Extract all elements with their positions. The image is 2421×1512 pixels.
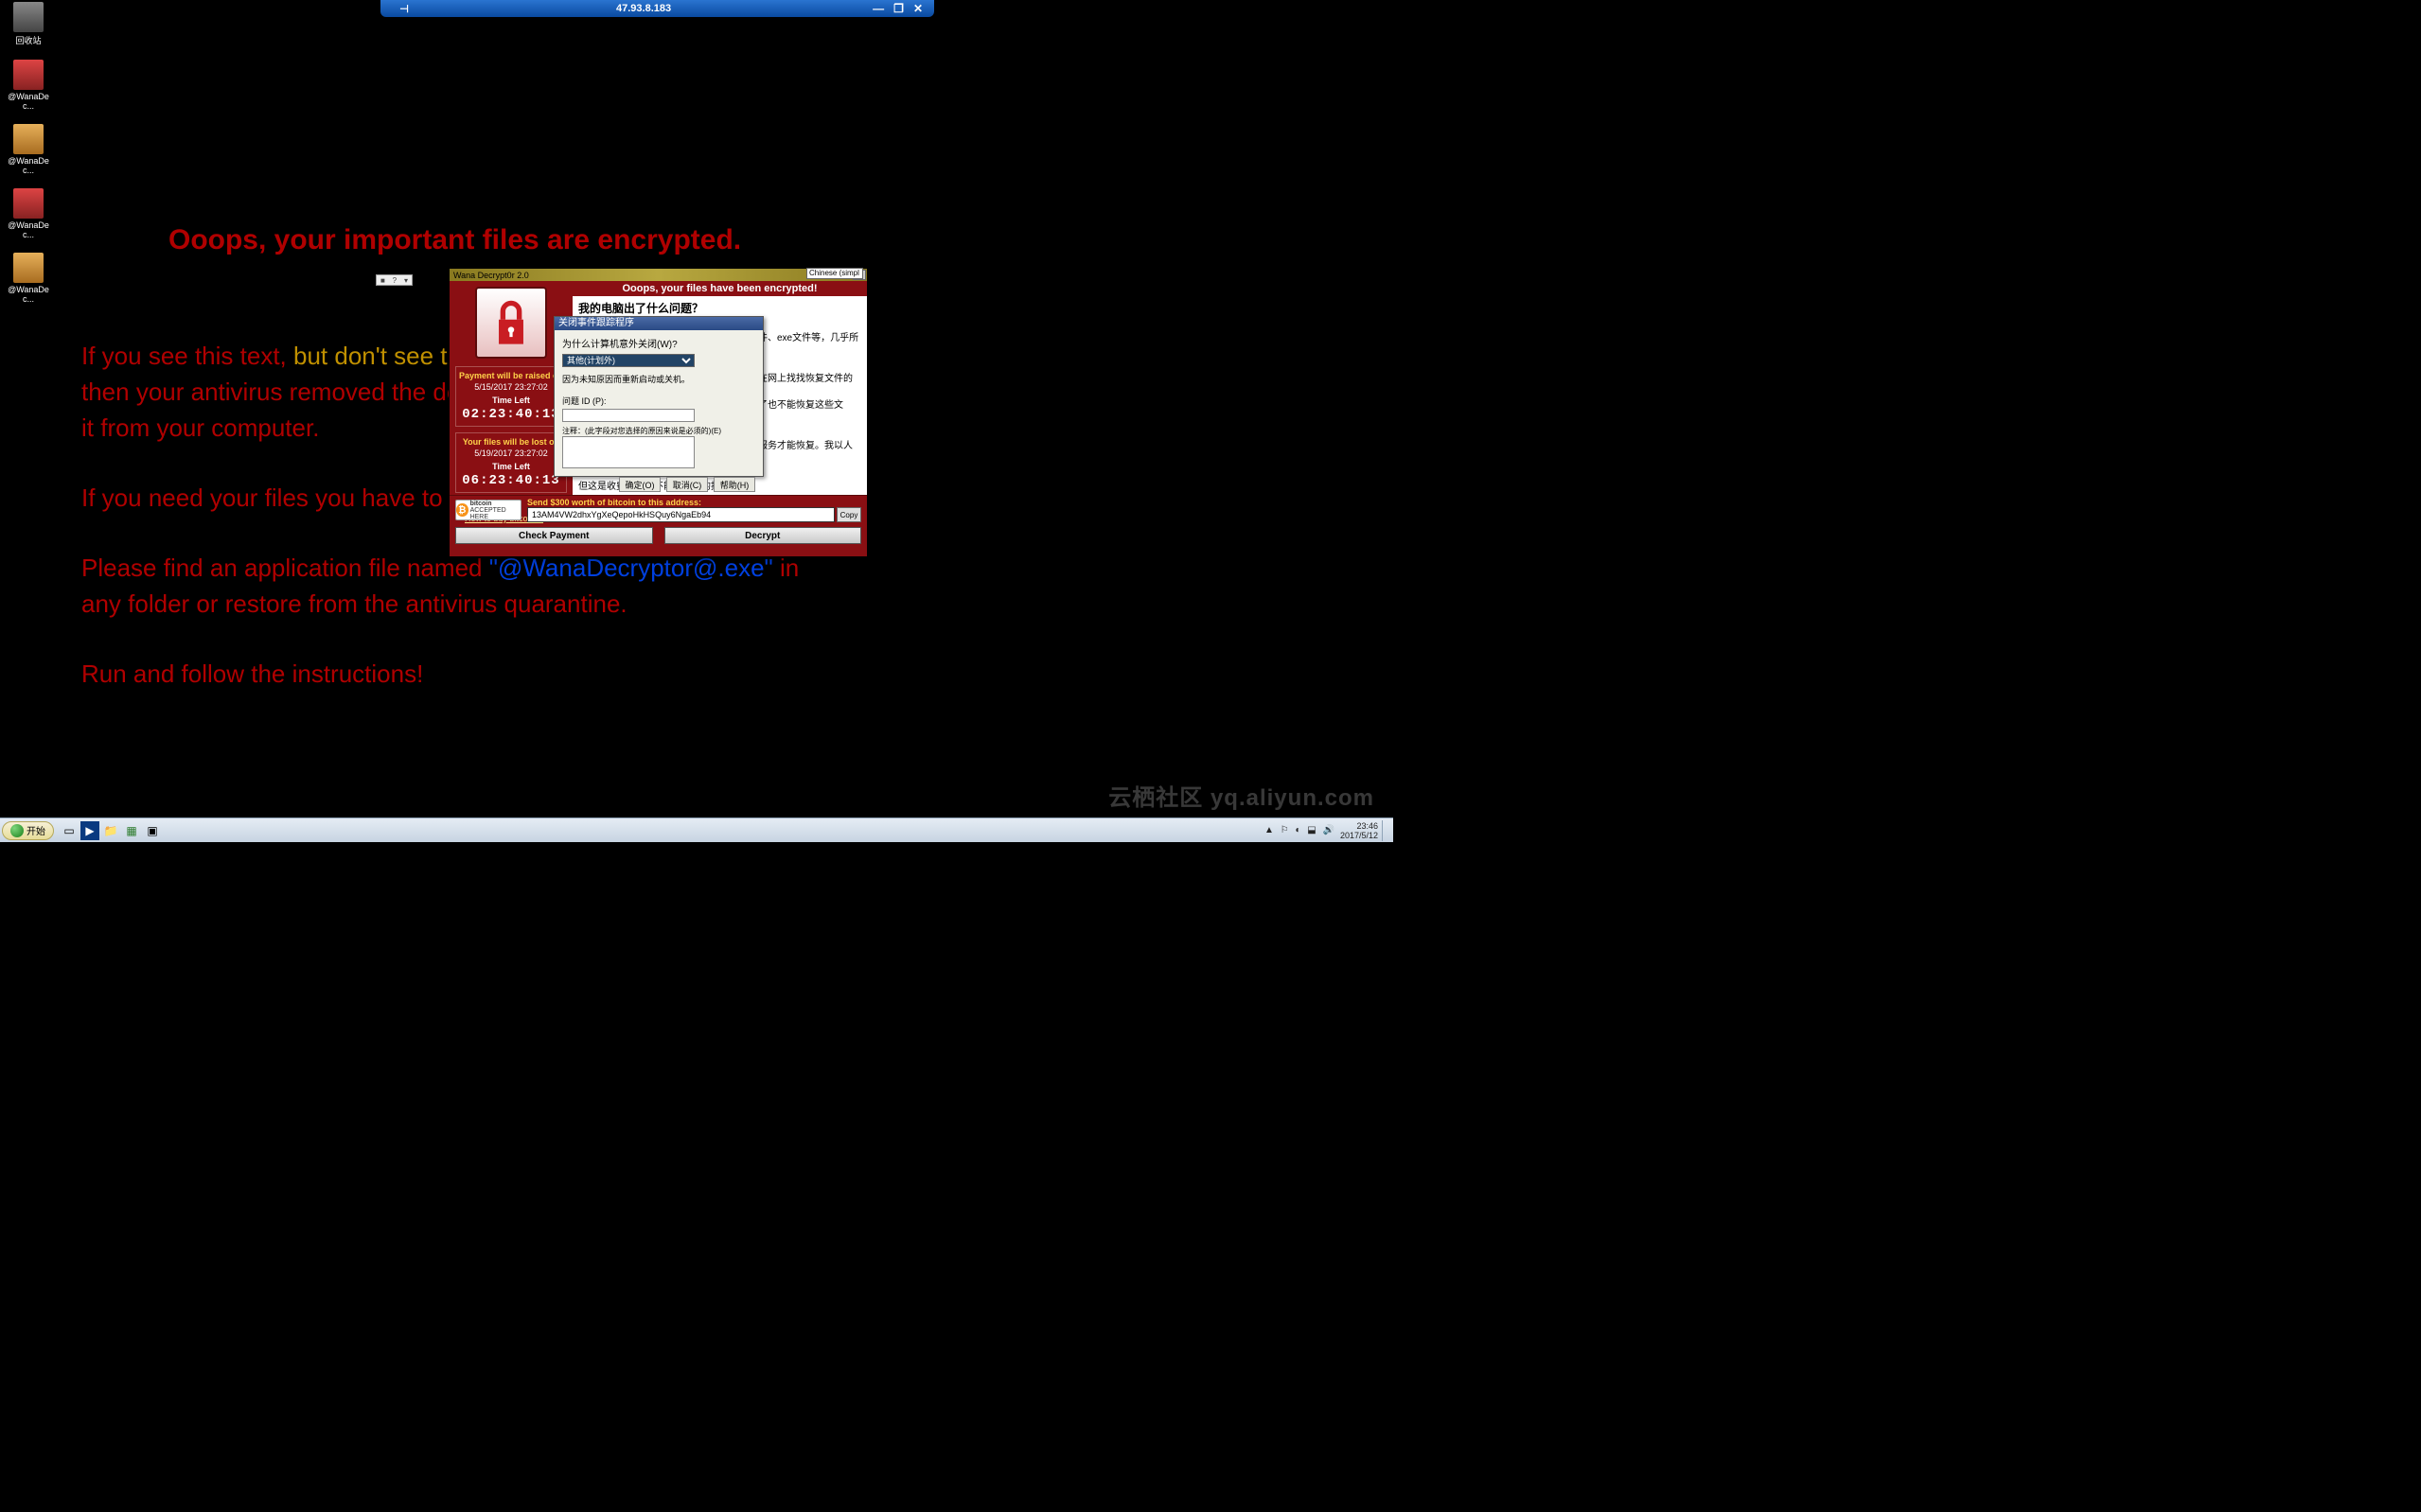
server-manager-icon[interactable]: ▦ <box>122 821 141 840</box>
desktop-icons: 回收站 @WanaDec... @WanaDec... @WanaDec... … <box>6 2 62 317</box>
lock-icon <box>475 287 547 359</box>
problem-id-input[interactable] <box>562 409 695 422</box>
wallpaper-line: Run and follow the instructions! <box>81 659 423 688</box>
pin-icon[interactable]: ⊣ <box>394 2 415 15</box>
problem-id-label: 问题 ID (P): <box>562 395 755 407</box>
comment-textarea[interactable] <box>562 436 695 468</box>
show-desktop-button[interactable] <box>1382 820 1389 841</box>
wallpaper-highlight: "@WanaDecryptor@.exe" <box>489 554 773 582</box>
remote-ip: 47.93.8.183 <box>415 3 873 14</box>
window-titlebar[interactable]: Wana Decrypt0r 2.0 × <box>450 269 867 281</box>
wallpaper-line: it from your computer. <box>81 413 319 442</box>
wallpaper-title: Ooops, your important files are encrypte… <box>81 223 1316 257</box>
dialog-question: 为什么计算机意外关闭(W)? <box>562 336 755 350</box>
reason-description: 因为未知原因而重新启动或关机。 <box>562 373 755 385</box>
bitcoin-address-input[interactable] <box>527 507 835 522</box>
close-icon[interactable]: ✕ <box>913 2 923 15</box>
explorer-icon[interactable]: 📁 <box>101 821 120 840</box>
cancel-button[interactable]: 取消(C) <box>666 477 708 492</box>
wallpaper-line: Please find an application file named <box>81 554 489 582</box>
quick-launch: ▭ ▶ 📁 ▦ ▣ <box>60 821 162 840</box>
send-btc-label: Send $300 worth of bitcoin to this addre… <box>527 498 861 507</box>
restore-icon[interactable]: ❐ <box>893 2 904 15</box>
minimize-icon[interactable]: — <box>873 2 884 15</box>
watermark: 云栖社区 yq.aliyun.com <box>1108 779 1374 812</box>
wana-shortcut-icon[interactable]: @WanaDec... <box>6 188 51 239</box>
show-desktop-icon[interactable]: ▭ <box>60 821 79 840</box>
clock[interactable]: 23:462017/5/12 <box>1340 821 1378 840</box>
taskbar-app-icon[interactable]: ▣ <box>143 821 162 840</box>
taskbar: 开始 ▭ ▶ 📁 ▦ ▣ ▲ ⚐ ◐ ⬓ 🔊 23:462017/5/12 <box>0 818 1393 842</box>
help-button[interactable]: 帮助(H) <box>714 477 755 492</box>
wana-shortcut-icon[interactable]: @WanaDec... <box>6 124 51 175</box>
payment-countdown-1: Payment will be raised on 5/15/2017 23:2… <box>455 366 567 427</box>
language-bar[interactable]: ■?▾ <box>376 274 413 286</box>
check-payment-button[interactable]: Check Payment <box>455 527 653 544</box>
comment-hint: 注释：(此字段对您选择的原因来说是必须的)(E) <box>562 426 755 436</box>
dialog-title[interactable]: 关闭事件跟踪程序 <box>555 317 763 330</box>
tray-icons[interactable]: ▲ ⚐ ◐ ⬓ 🔊 <box>1264 825 1336 835</box>
start-orb-icon <box>10 824 24 837</box>
shutdown-tracker-dialog: 关闭事件跟踪程序 为什么计算机意外关闭(W)? 其他(计划外) 因为未知原因而重… <box>554 316 764 477</box>
powershell-icon[interactable]: ▶ <box>80 821 99 840</box>
decrypt-button[interactable]: Decrypt <box>664 527 862 544</box>
system-tray: ▲ ⚐ ◐ ⬓ 🔊 23:462017/5/12 <box>1264 820 1393 841</box>
remote-connection-bar: ⊣ 47.93.8.183 — ❐ ✕ <box>380 0 934 17</box>
bitcoin-icon: ₿bitcoinACCEPTED HERE <box>455 500 521 520</box>
reason-select[interactable]: 其他(计划外) <box>562 354 695 367</box>
window-title: Wana Decrypt0r 2.0 <box>453 271 853 280</box>
payment-countdown-2: Your files will be lost on 5/19/2017 23:… <box>455 432 567 493</box>
wallpaper-line: If you see this text, <box>81 342 293 370</box>
copy-button[interactable]: Copy <box>837 507 861 522</box>
wallpaper-line: in <box>773 554 799 582</box>
wallpaper-line: any folder or restore from the antivirus… <box>81 589 627 618</box>
ok-button[interactable]: 确定(O) <box>619 477 661 492</box>
language-select[interactable]: Chinese (simpl <box>806 268 863 279</box>
wana-shortcut-icon[interactable]: @WanaDec... <box>6 253 51 304</box>
wana-header: Ooops, your files have been encrypted! <box>573 281 867 296</box>
recycle-bin-icon[interactable]: 回收站 <box>6 2 51 46</box>
start-button[interactable]: 开始 <box>2 821 54 840</box>
wana-shortcut-icon[interactable]: @WanaDec... <box>6 60 51 111</box>
